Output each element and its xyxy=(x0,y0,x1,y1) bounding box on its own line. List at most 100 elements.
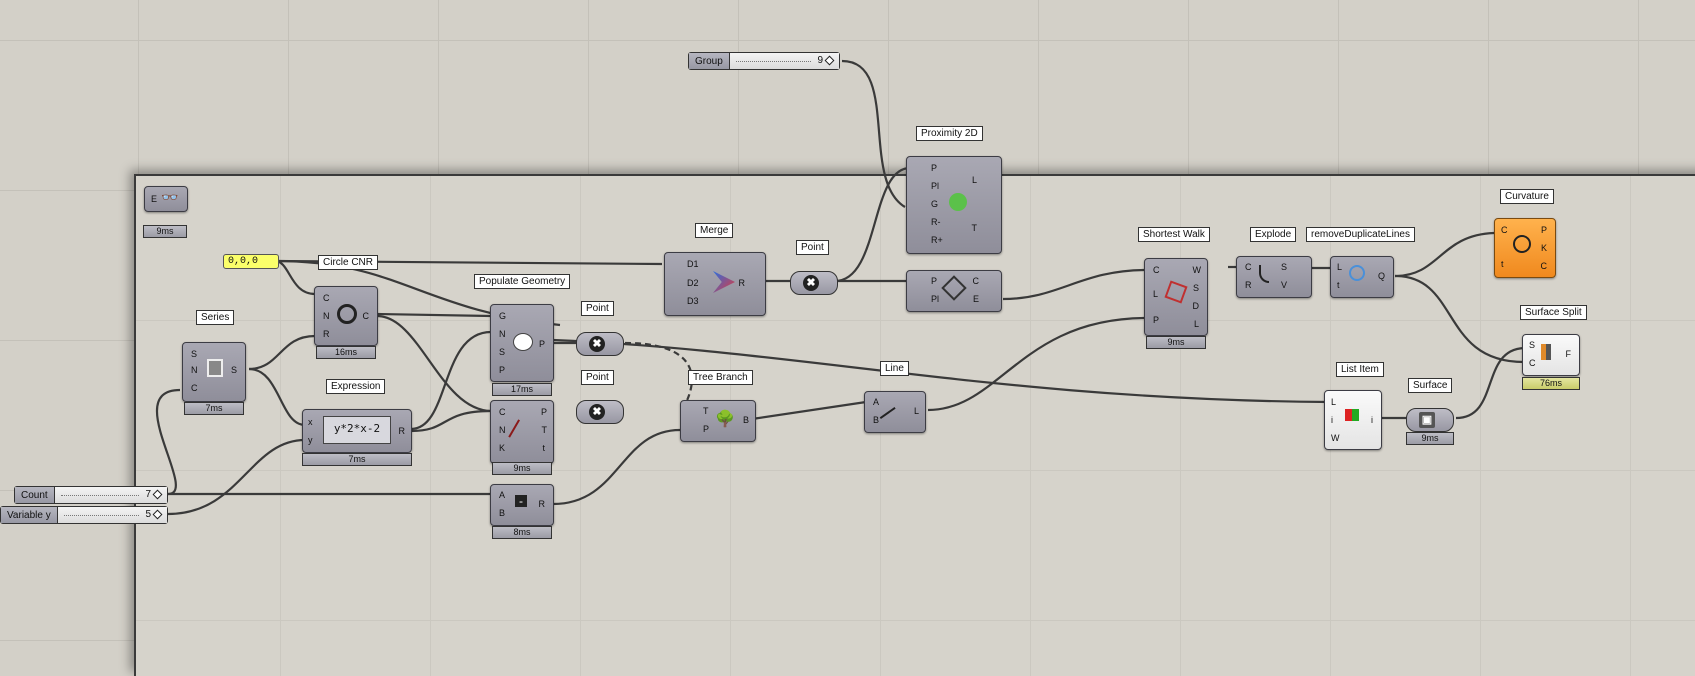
input-pin: x xyxy=(308,417,313,427)
tree-branch-component[interactable]: T P 🌳 B xyxy=(680,400,756,442)
merge-component[interactable]: D1 D2 D3 R xyxy=(664,252,766,316)
proximity-icon xyxy=(949,193,967,211)
output-pin: T xyxy=(971,223,978,233)
slider-track[interactable]: 9 xyxy=(729,53,839,69)
curve-component[interactable]: C N K P T t xyxy=(490,400,554,464)
input-pin: D1 xyxy=(687,259,699,269)
list-item-component[interactable]: L i W i xyxy=(1324,390,1382,450)
explode-label: Explode xyxy=(1250,227,1297,242)
slider-knob[interactable] xyxy=(152,489,163,500)
input-pin: Pl xyxy=(931,181,940,191)
input-pin: L xyxy=(1337,262,1343,272)
input-pin: N xyxy=(323,311,330,321)
variable-y-slider[interactable]: Variable y 5 xyxy=(0,506,168,524)
slider-knob[interactable] xyxy=(824,55,835,66)
top-left-component[interactable]: E 👓 xyxy=(144,186,188,212)
circle-component[interactable]: C N R C xyxy=(314,286,378,346)
input-pin: N xyxy=(191,365,198,375)
output-pin: P xyxy=(1540,225,1547,235)
input-pin: E xyxy=(151,194,158,204)
populate-label: Populate Geometry xyxy=(474,274,571,289)
input-pin: y xyxy=(308,435,313,445)
input-pin: S xyxy=(499,347,506,357)
slider-track[interactable]: 7 xyxy=(54,487,167,503)
output-pin: W xyxy=(1192,265,1202,275)
series-component[interactable]: S N C S xyxy=(182,342,246,402)
output-pin: D xyxy=(1192,301,1200,311)
output-pin: S xyxy=(1192,283,1199,293)
output-pin: t xyxy=(542,443,545,453)
output-pin: L xyxy=(971,175,977,185)
output-pin: K xyxy=(1540,243,1547,253)
point-param[interactable]: ✖ xyxy=(576,400,624,424)
input-pin: K xyxy=(499,443,506,453)
output-pin: S xyxy=(230,365,237,375)
output-pin: R xyxy=(398,426,406,436)
input-pin: R+ xyxy=(931,235,943,245)
input-pin: D2 xyxy=(687,278,699,288)
point-label: Point xyxy=(581,301,614,316)
proximity-label: Proximity 2D xyxy=(916,126,983,141)
timing-label: 9ms xyxy=(1146,336,1206,349)
mesh-icon xyxy=(941,275,967,301)
proximity-component[interactable]: P Pl G R- R+ L T xyxy=(906,156,1002,254)
glasses-icon: 👓 xyxy=(161,189,179,205)
point-param[interactable]: ✖ xyxy=(790,271,838,295)
merge-icon xyxy=(713,271,735,293)
input-pin: Pl xyxy=(931,294,940,304)
delaunay-component[interactable]: P Pl C E xyxy=(906,270,1002,312)
count-slider[interactable]: Count 7 xyxy=(14,486,168,504)
slider-name: Variable y xyxy=(1,507,58,523)
input-pin: P xyxy=(931,163,938,173)
timing-label: 76ms xyxy=(1522,377,1580,390)
point-param[interactable]: ✖ xyxy=(576,332,624,356)
input-pin: S xyxy=(1529,340,1536,350)
expression-component[interactable]: x y y*2*x-2 R xyxy=(302,409,412,453)
timing-label: 17ms xyxy=(492,383,552,396)
input-pin: C xyxy=(499,407,506,417)
tree-branch-label: Tree Branch xyxy=(688,370,753,385)
group-slider[interactable]: Group 9 xyxy=(688,52,840,70)
point-icon: ✖ xyxy=(803,275,819,291)
output-pin: B xyxy=(742,415,749,425)
minus-icon: - xyxy=(515,495,527,507)
line-component[interactable]: A B L xyxy=(864,391,926,437)
slider-knob[interactable] xyxy=(152,509,163,520)
point-label: Point xyxy=(581,370,614,385)
input-pin: P xyxy=(931,276,938,286)
populate-component[interactable]: G N S P P xyxy=(490,304,554,382)
output-pin: C xyxy=(972,276,980,286)
output-pin: C xyxy=(1540,261,1548,271)
remove-dup-component[interactable]: L t Q xyxy=(1330,256,1394,298)
merge-label: Merge xyxy=(695,223,734,238)
expression-formula[interactable]: y*2*x-2 xyxy=(323,416,391,444)
point-panel[interactable]: 0,0,0 xyxy=(223,254,279,269)
shortest-walk-component[interactable]: C L P W S D L xyxy=(1144,258,1208,336)
output-pin: R xyxy=(538,499,546,509)
slider-value: 9 xyxy=(817,55,823,66)
curvature-component[interactable]: C t P K C xyxy=(1494,218,1556,278)
timing-label: 9ms xyxy=(1406,432,1454,445)
slider-track[interactable]: 5 xyxy=(57,507,167,523)
input-pin: i xyxy=(1331,415,1333,425)
circle-icon xyxy=(337,304,357,324)
explode-component[interactable]: C R S V xyxy=(1236,256,1312,298)
explode-curve-icon xyxy=(1259,265,1269,283)
slider-name: Group xyxy=(689,53,730,69)
output-pin: L xyxy=(913,406,919,416)
point-icon: ✖ xyxy=(589,404,605,420)
input-pin: C xyxy=(1153,265,1160,275)
subtract-component[interactable]: A B - R xyxy=(490,484,554,526)
series-label: Series xyxy=(196,310,235,325)
output-pin: P xyxy=(538,339,545,349)
input-pin: C xyxy=(1245,262,1252,272)
input-pin: P xyxy=(499,365,506,375)
graph-icon xyxy=(1164,280,1188,304)
input-pin: A xyxy=(499,490,506,500)
cloud-icon xyxy=(513,333,533,351)
surface-param[interactable]: ▣ xyxy=(1406,408,1454,432)
output-pin: R xyxy=(738,278,746,288)
line-label: Line xyxy=(880,361,909,376)
output-pin: C xyxy=(362,311,370,321)
surface-split-component[interactable]: S C F xyxy=(1522,334,1580,376)
